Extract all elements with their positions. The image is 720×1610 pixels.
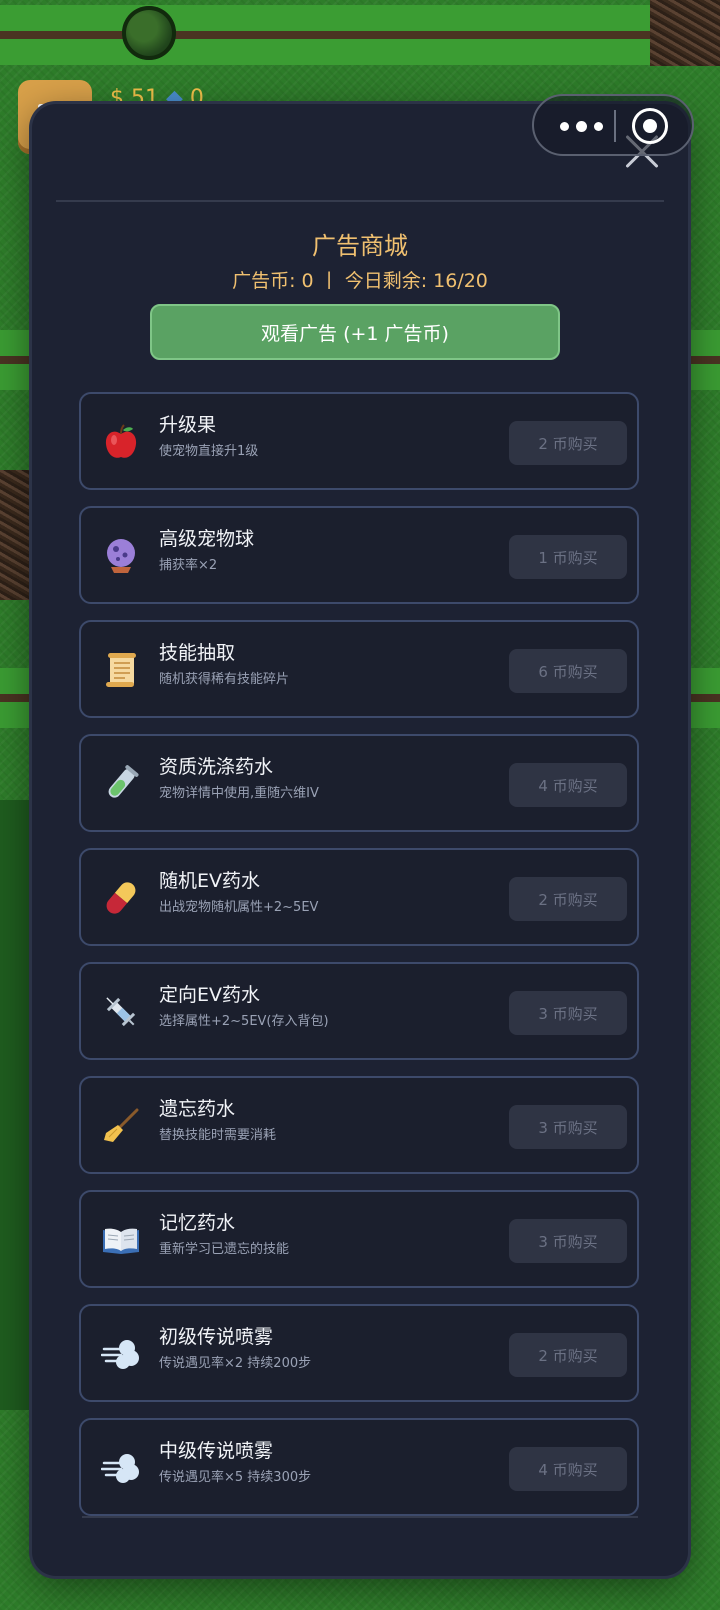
syringe-icon [106,997,136,1027]
buy-button[interactable]: 3 币购买 [509,1219,627,1263]
buy-button[interactable]: 2 币购买 [509,421,627,465]
divider [82,1516,638,1518]
path-lane [0,5,720,65]
dark-grass-area [0,800,34,1410]
item-desc: 重新学习已遗忘的技能 [159,1242,290,1257]
miniprogram-capsule [532,94,694,156]
shop-item: 资质洗涤药水 宠物详情中使用,重随六维IV 4 币购买 [79,734,639,832]
buy-button[interactable]: 4 币购买 [509,763,627,807]
item-name: 定向EV药水 [159,984,261,1006]
item-name: 高级宠物球 [159,528,255,550]
watch-ad-button[interactable]: 观看广告 (+1 广告币) [150,304,560,360]
item-name: 升级果 [159,414,217,436]
wind-icon [101,1340,139,1369]
scroll-icon [106,653,136,687]
buy-button[interactable]: 3 币购买 [509,991,627,1035]
item-desc: 使宠物直接升1级 [159,444,259,459]
shop-item-list: 升级果 使宠物直接升1级 2 币购买 高级宠物球 捕获率×2 1 币购买 技能抽… [79,392,639,1532]
buy-button[interactable]: 1 币购买 [509,535,627,579]
shop-item: 记忆药水 重新学习已遗忘的技能 3 币购买 [79,1190,639,1288]
tree-icon [122,6,176,60]
shop-item: 遗忘药水 替换技能时需要消耗 3 币购买 [79,1076,639,1174]
item-desc: 宠物详情中使用,重随六维IV [159,786,319,801]
buy-button[interactable]: 4 币购买 [509,1447,627,1491]
buy-button[interactable]: 2 币购买 [509,1333,627,1377]
item-name: 记忆药水 [159,1212,236,1234]
broom-icon [104,1108,139,1142]
item-desc: 选择属性+2~5EV(存入背包) [159,1014,329,1029]
pill-icon [106,882,136,914]
buy-button[interactable]: 2 币购买 [509,877,627,921]
shop-item: 升级果 使宠物直接升1级 2 币购买 [79,392,639,490]
item-name: 中级传说喷雾 [159,1440,274,1462]
ad-coin-status: 广告币: 0 丨 今日剩余: 16/20 [232,270,488,292]
item-name: 随机EV药水 [159,870,261,892]
dirt-tile [650,0,720,66]
item-name: 初级传说喷雾 [159,1326,274,1348]
item-name: 资质洗涤药水 [159,756,274,778]
shop-item: 技能抽取 随机获得稀有技能碎片 6 币购买 [79,620,639,718]
crystal-ball-icon [107,539,135,573]
buy-button[interactable]: 3 币购买 [509,1105,627,1149]
apple-icon [105,424,137,458]
more-options-icon[interactable] [554,114,614,138]
shop-item: 初级传说喷雾 传说遇见率×2 持续200步 2 币购买 [79,1304,639,1402]
dirt-tile [0,470,34,600]
test-tube-icon [108,765,139,798]
item-desc: 出战宠物随机属性+2~5EV [159,900,319,915]
shop-item: 定向EV药水 选择属性+2~5EV(存入背包) 3 币购买 [79,962,639,1060]
item-desc: 捕获率×2 [159,558,218,573]
buy-button[interactable]: 6 币购买 [509,649,627,693]
item-name: 遗忘药水 [159,1098,236,1120]
ad-shop-modal: 广告商城 广告币: 0 丨 今日剩余: 16/20 观看广告 (+1 广告币) … [32,104,688,1576]
capsule-divider [614,110,616,142]
open-book-icon [103,1228,139,1254]
divider [56,200,664,202]
shop-item: 中级传说喷雾 传说遇见率×5 持续300步 4 币购买 [79,1418,639,1516]
exit-target-icon[interactable] [632,108,668,144]
modal-title: 广告商城 [312,232,408,260]
shop-item: 高级宠物球 捕获率×2 1 币购买 [79,506,639,604]
item-desc: 随机获得稀有技能碎片 [159,672,290,687]
item-desc: 传说遇见率×2 持续200步 [159,1356,312,1371]
item-name: 技能抽取 [159,642,236,664]
wind-icon [101,1454,139,1483]
item-desc: 传说遇见率×5 持续300步 [159,1470,312,1485]
item-desc: 替换技能时需要消耗 [159,1128,277,1143]
shop-item: 随机EV药水 出战宠物随机属性+2~5EV 2 币购买 [79,848,639,946]
